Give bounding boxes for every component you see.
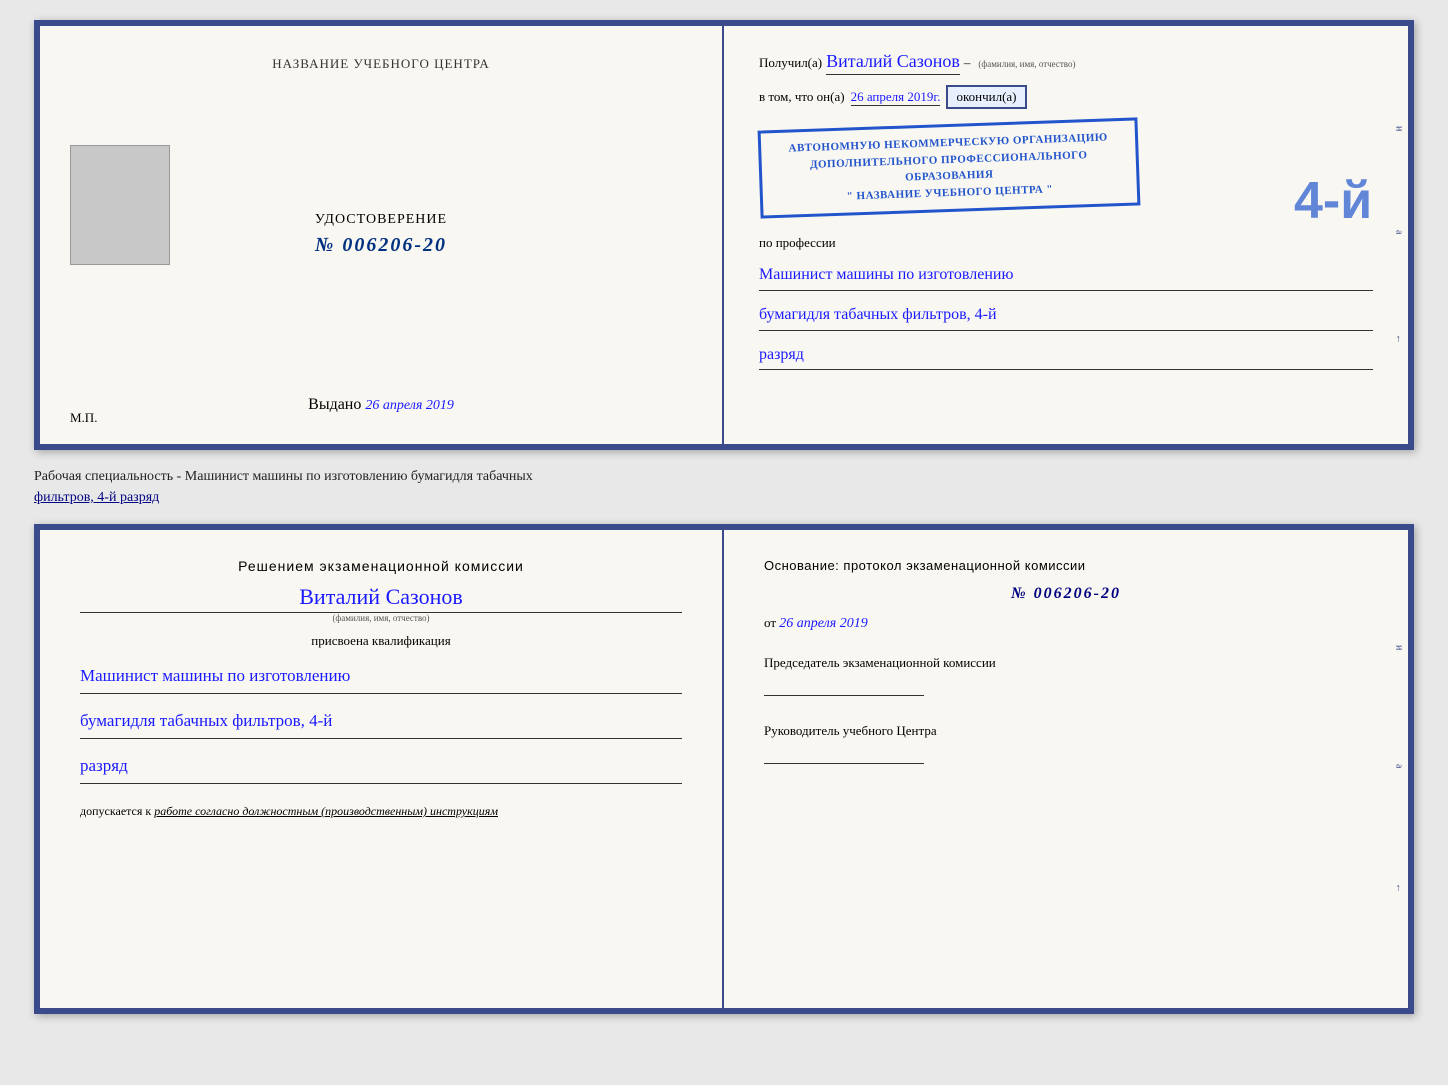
stamp-box: АВТОНОМНУЮ НЕКОММЕРЧЕСКУЮ ОРГАНИЗАЦИЮ ДО…	[758, 117, 1141, 218]
name-section-bottom: Виталий Сазонов (фамилия, имя, отчество)	[80, 584, 682, 623]
vtom-date: 26 апреля 2019г.	[851, 89, 941, 106]
cert-left-middle: УДОСТОВЕРЕНИЕ № 006206-20	[315, 212, 447, 257]
prisvoena-label: присвоена квалификация	[80, 633, 682, 649]
annotation-section: Рабочая специальность - Машинист машины …	[34, 462, 1414, 512]
bottom-certificate: Решением экзаменационной комиссии Витали…	[34, 524, 1414, 1014]
bottom-cert-left: Решением экзаменационной комиссии Витали…	[40, 530, 724, 1008]
poluchil-line: Получил(а) Виталий Сазонов – (фамилия, и…	[759, 51, 1373, 75]
training-center-title: НАЗВАНИЕ УЧЕБНОГО ЦЕНТРА	[272, 56, 489, 72]
vydano-section: Выдано 26 апреля 2019	[308, 396, 454, 414]
profession-line1-bottom: Машинист машины по изготовлению	[80, 659, 682, 694]
recipient-name-top: Виталий Сазонов	[826, 51, 960, 75]
udostoverenie-label: УДОСТОВЕРЕНИЕ	[315, 212, 447, 228]
resheniem-title: Решением экзаменационной комиссии	[80, 558, 682, 574]
profession-line3-top: разряд	[759, 341, 1373, 371]
ot-date: 26 апреля 2019	[779, 616, 867, 631]
profession-line1-top: Машинист машины по изготовлению	[759, 261, 1373, 291]
profession-line3-bottom: разряд	[80, 749, 682, 784]
fio-label-top: (фамилия, имя, отчество)	[978, 59, 1075, 69]
predsedatel-signature	[764, 676, 924, 696]
top-cert-left: НАЗВАНИЕ УЧЕБНОГО ЦЕНТРА УДОСТОВЕРЕНИЕ №…	[40, 26, 724, 444]
vtom-line: в том, что он(а) 26 апреля 2019г. окончи…	[759, 85, 1373, 109]
cert-number-top: № 006206-20	[315, 234, 447, 257]
ot-prefix: от	[764, 615, 776, 630]
osnovaniye-title: Основание: протокол экзаменационной коми…	[764, 558, 1368, 573]
right-edge-marks-top: и а ←	[1390, 26, 1408, 444]
dopuskaetsya-prefix: допускается к	[80, 804, 151, 818]
po-professii: по профессии	[759, 235, 1373, 251]
edge-mark-3: ←	[1394, 334, 1405, 344]
edge-mark-b3: ←	[1394, 883, 1405, 893]
edge-mark-2: а	[1394, 230, 1405, 234]
vtom-prefix: в том, что он(а)	[759, 89, 845, 105]
profession-line2-top: бумагидля табачных фильтров, 4-й	[759, 301, 1373, 331]
annotation-text1: Рабочая специальность - Машинист машины …	[34, 469, 533, 484]
right-edge-marks-bottom: и а ←	[1390, 530, 1408, 1008]
annotation-text2: фильтров, 4-й разряд	[34, 490, 159, 505]
top-certificate: НАЗВАНИЕ УЧЕБНОГО ЦЕНТРА УДОСТОВЕРЕНИЕ №…	[34, 20, 1414, 450]
edge-mark-1: и	[1394, 126, 1405, 131]
vydano-label: Выдано	[308, 396, 361, 413]
predsedatel-label: Председатель экзаменационной комиссии	[764, 654, 1368, 696]
rukovoditel-signature	[764, 744, 924, 764]
fio-label-bottom: (фамилия, имя, отчество)	[80, 613, 682, 623]
proto-number: № 006206-20	[764, 585, 1368, 603]
vydano-date: 26 апреля 2019	[365, 398, 453, 413]
edge-mark-b1: и	[1394, 645, 1405, 650]
dopuskaetsya-value: работе согласно должностным (производств…	[154, 804, 498, 818]
big-number-overlay: 4-й	[1294, 171, 1372, 231]
name-handwritten-bottom: Виталий Сазонов	[80, 584, 682, 613]
top-cert-right: Получил(а) Виталий Сазонов – (фамилия, и…	[724, 26, 1408, 444]
rukovoditel-label: Руководитель учебного Центра	[764, 722, 1368, 764]
photo-placeholder	[70, 145, 170, 265]
dash-1: –	[964, 55, 971, 71]
bottom-cert-right: Основание: протокол экзаменационной коми…	[724, 530, 1408, 1008]
edge-mark-b2: а	[1394, 764, 1405, 768]
mp-label: М.П.	[70, 410, 97, 426]
profession-line2-bottom: бумагидля табачных фильтров, 4-й	[80, 704, 682, 739]
dopuskaetsya-section: допускается к работе согласно должностны…	[80, 804, 682, 819]
predsedatel-text: Председатель экзаменационной комиссии	[764, 655, 996, 670]
ot-date-section: от 26 апреля 2019	[764, 615, 1368, 632]
poluchil-prefix: Получил(а)	[759, 55, 822, 71]
okonchil-box: окончил(а)	[946, 85, 1026, 109]
rukovoditel-text: Руководитель учебного Центра	[764, 723, 937, 738]
